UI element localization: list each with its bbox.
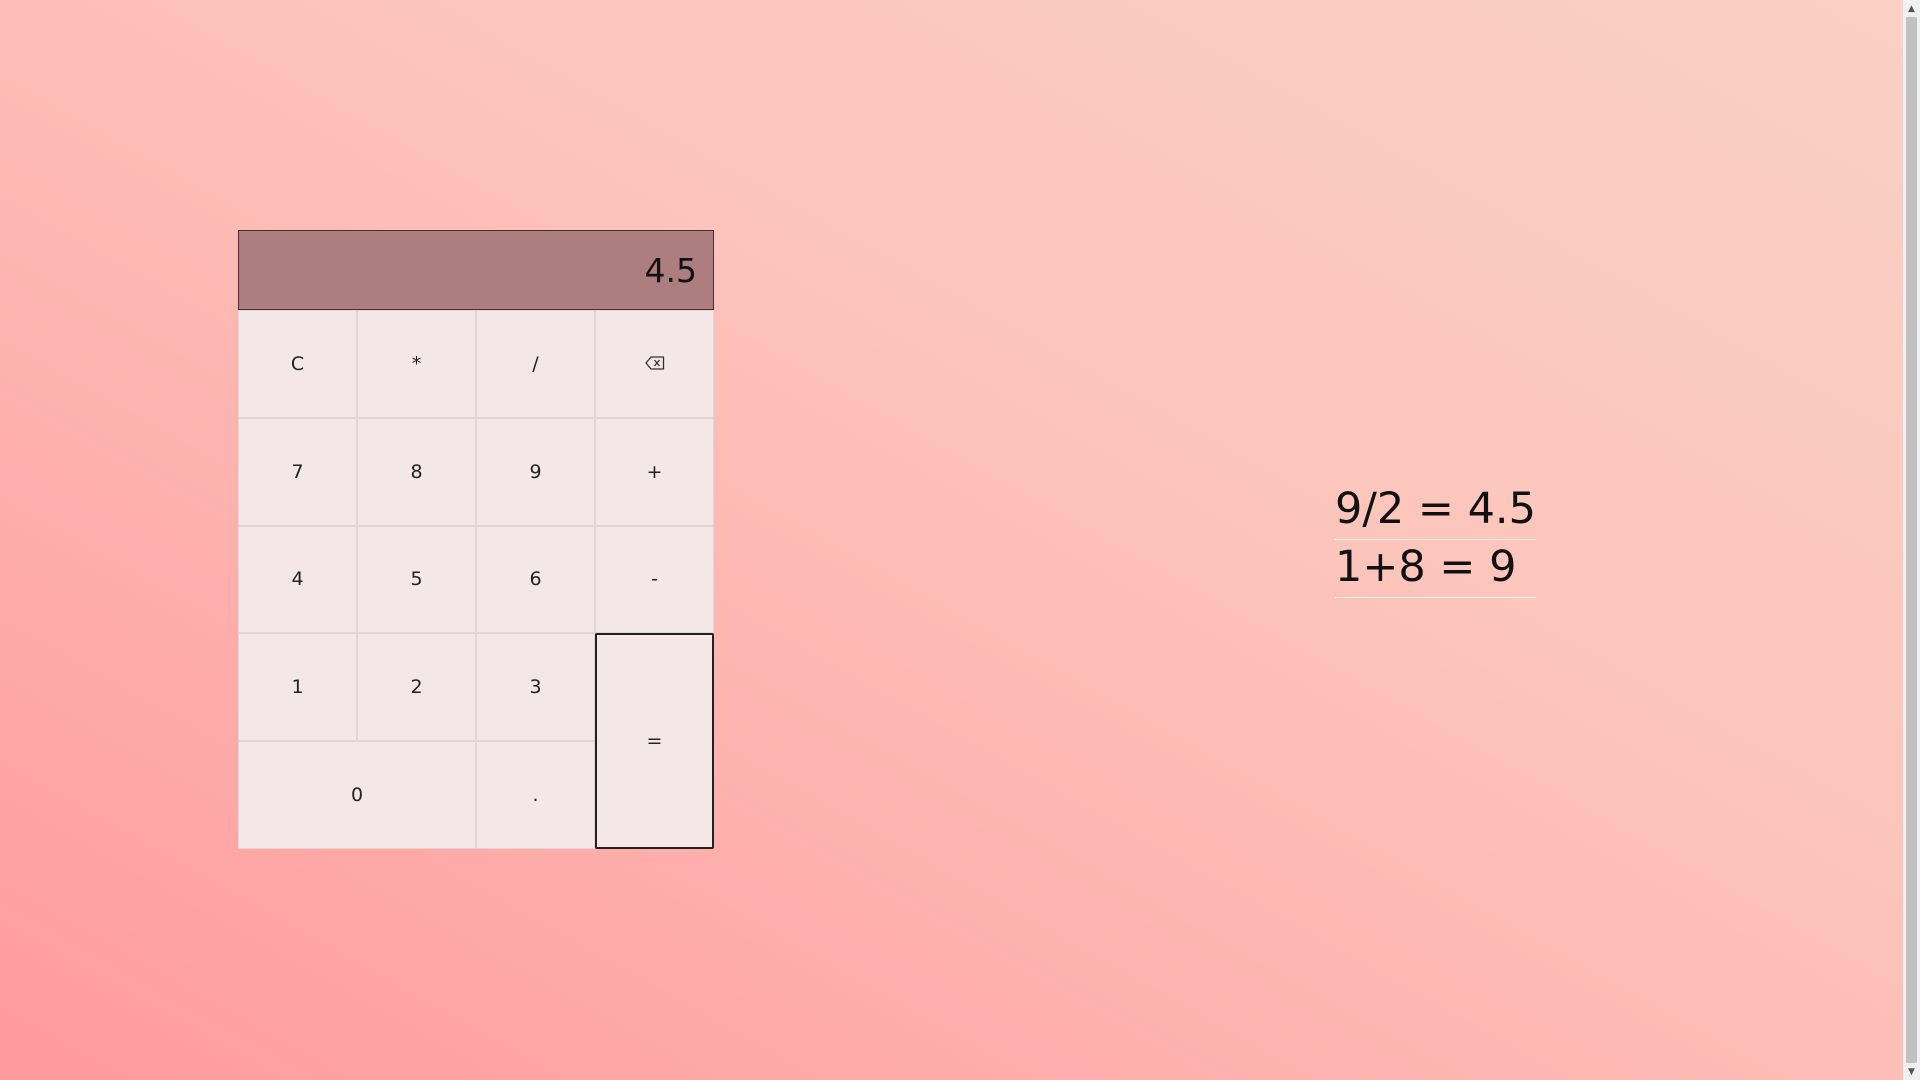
calculator-display: 4.5 [238, 230, 714, 310]
backspace-button[interactable] [595, 310, 714, 418]
scroll-down-arrow-icon[interactable]: ▼ [1903, 1063, 1920, 1080]
digit-1-button[interactable]: 1 [238, 633, 357, 742]
backspace-icon [644, 353, 665, 375]
vertical-scrollbar[interactable]: ▲ ▼ [1903, 0, 1920, 1080]
decimal-button[interactable]: . [476, 741, 595, 849]
digit-9-button[interactable]: 9 [476, 417, 595, 526]
divide-button[interactable]: / [476, 310, 595, 418]
digit-0-button[interactable]: 0 [238, 741, 476, 849]
history-list: 9/2 = 4.5 1+8 = 9 [1335, 482, 1536, 598]
digit-7-button[interactable]: 7 [238, 417, 357, 526]
equals-button[interactable]: = [595, 633, 714, 849]
digit-3-button[interactable]: 3 [476, 633, 595, 742]
scroll-thumb[interactable] [1906, 17, 1917, 1063]
digit-2-button[interactable]: 2 [357, 633, 476, 742]
digit-5-button[interactable]: 5 [357, 525, 476, 634]
clear-button[interactable]: C [238, 310, 357, 418]
digit-8-button[interactable]: 8 [357, 417, 476, 526]
digit-4-button[interactable]: 4 [238, 525, 357, 634]
minus-button[interactable]: - [595, 525, 714, 634]
digit-6-button[interactable]: 6 [476, 525, 595, 634]
plus-button[interactable]: + [595, 417, 714, 526]
scroll-up-arrow-icon[interactable]: ▲ [1903, 0, 1920, 17]
history-item: 9/2 = 4.5 [1335, 482, 1536, 540]
calculator: 4.5 C * / 7 8 9 + 4 5 6 - 1 2 3 = 0 . [238, 230, 714, 849]
multiply-button[interactable]: * [357, 310, 476, 418]
display-value: 4.5 [644, 250, 697, 290]
keypad: C * / 7 8 9 + 4 5 6 - 1 2 3 = 0 . [238, 310, 714, 849]
history-item: 1+8 = 9 [1335, 540, 1536, 598]
